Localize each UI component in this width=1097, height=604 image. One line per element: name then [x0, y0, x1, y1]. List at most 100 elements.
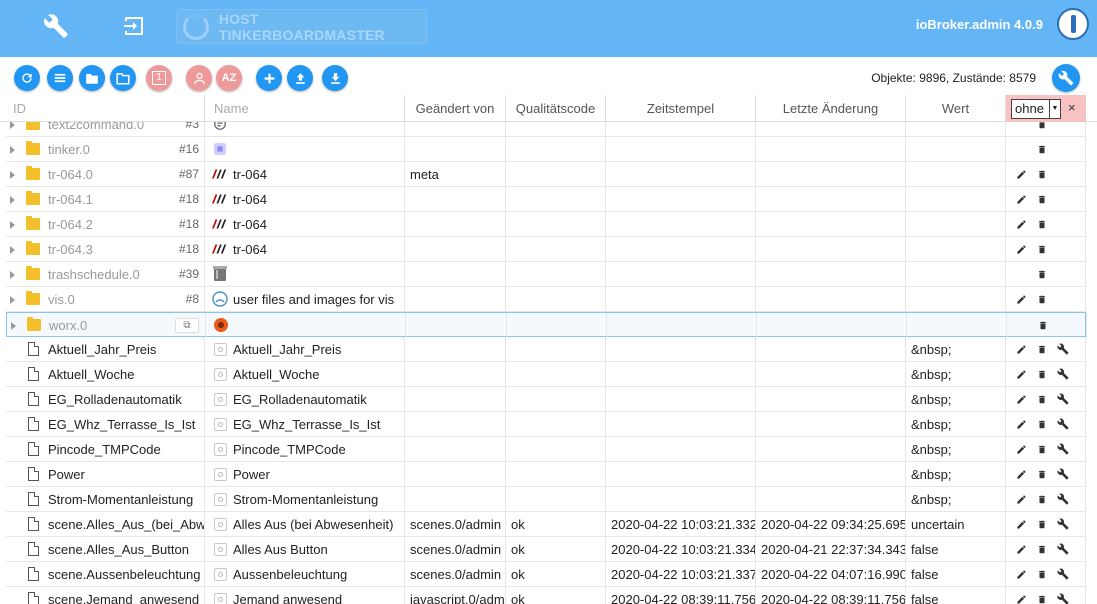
- value-cell[interactable]: [906, 122, 1006, 137]
- edit-icon[interactable]: [1012, 465, 1030, 483]
- delete-icon[interactable]: [1033, 565, 1051, 583]
- object-id[interactable]: Aktuell_Woche: [48, 362, 134, 387]
- wrench-icon[interactable]: [1054, 415, 1072, 433]
- table-row[interactable]: tr-064.3 #18 tr-064: [6, 237, 1086, 262]
- value-cell[interactable]: false: [906, 562, 1006, 587]
- value-cell[interactable]: [906, 137, 1006, 162]
- column-id[interactable]: ID: [6, 95, 205, 122]
- expand-folders-button[interactable]: [110, 65, 136, 91]
- table-row[interactable]: tr-064.0 #87 tr-064 meta: [6, 162, 1086, 187]
- wrench-icon[interactable]: [40, 12, 72, 40]
- edit-icon[interactable]: [1012, 240, 1030, 258]
- wrench-icon[interactable]: [1054, 540, 1072, 558]
- value-cell[interactable]: [906, 162, 1006, 187]
- edit-icon[interactable]: [1012, 590, 1030, 604]
- edit-icon[interactable]: [1012, 190, 1030, 208]
- wrench-icon[interactable]: [1054, 490, 1072, 508]
- delete-icon[interactable]: [1033, 340, 1051, 358]
- delete-icon[interactable]: [1033, 240, 1051, 258]
- table-row[interactable]: Pincode_TMPCode Pincode_TMPCode &nbsp;: [6, 437, 1086, 462]
- object-id[interactable]: tr-064.3: [48, 237, 93, 262]
- value-cell[interactable]: &nbsp;: [906, 337, 1006, 362]
- value-cell[interactable]: [906, 287, 1006, 312]
- upload-button[interactable]: [287, 65, 313, 91]
- column-name[interactable]: Name: [205, 95, 405, 122]
- expand-triangle-icon[interactable]: [11, 322, 16, 330]
- delete-icon[interactable]: [1033, 140, 1051, 158]
- host-selector[interactable]: HOST TINKERBOARDMASTER: [176, 9, 427, 44]
- object-id[interactable]: scene.Aussenbeleuchtung: [48, 562, 201, 587]
- object-id[interactable]: EG_Rolladenautomatik: [48, 387, 182, 412]
- value-cell[interactable]: &nbsp;: [906, 362, 1006, 387]
- object-id[interactable]: Power: [48, 462, 85, 487]
- download-button[interactable]: [322, 65, 348, 91]
- wrench-icon[interactable]: [1054, 365, 1072, 383]
- value-cell[interactable]: &nbsp;: [906, 487, 1006, 512]
- value-cell[interactable]: false: [906, 537, 1006, 562]
- wrench-icon[interactable]: [1054, 340, 1072, 358]
- delete-icon[interactable]: [1033, 165, 1051, 183]
- wrench-icon[interactable]: [1054, 390, 1072, 408]
- wrench-icon[interactable]: [1054, 440, 1072, 458]
- object-id[interactable]: tr-064.1: [48, 187, 93, 212]
- table-row[interactable]: Aktuell_Woche Aktuell_Woche &nbsp;: [6, 362, 1086, 387]
- edit-icon[interactable]: [1012, 415, 1030, 433]
- table-row[interactable]: Aktuell_Jahr_Preis Aktuell_Jahr_Preis &nbs…: [6, 337, 1086, 362]
- object-id[interactable]: scene.Jemand_anwesend: [48, 587, 199, 604]
- table-row[interactable]: tr-064.1 #18 tr-064: [6, 187, 1086, 212]
- value-cell[interactable]: [906, 187, 1006, 212]
- value-cell[interactable]: &nbsp;: [906, 387, 1006, 412]
- add-object-button[interactable]: [256, 65, 282, 91]
- table-row[interactable]: trashschedule.0 #39: [6, 262, 1086, 287]
- edit-icon[interactable]: [1012, 490, 1030, 508]
- edit-icon[interactable]: [1012, 440, 1030, 458]
- delete-icon[interactable]: [1033, 365, 1051, 383]
- delete-icon[interactable]: [1033, 515, 1051, 533]
- object-id[interactable]: Strom-Momentanleistung: [48, 487, 193, 512]
- expand-triangle-icon[interactable]: [10, 271, 15, 279]
- expand-triangle-icon[interactable]: [10, 221, 15, 229]
- edit-icon[interactable]: [1012, 390, 1030, 408]
- delete-icon[interactable]: [1033, 465, 1051, 483]
- value-cell[interactable]: [906, 212, 1006, 237]
- sort-button[interactable]: AZ: [216, 65, 242, 91]
- login-icon[interactable]: [118, 12, 150, 40]
- value-cell[interactable]: &nbsp;: [906, 437, 1006, 462]
- object-id[interactable]: tr-064.2: [48, 212, 93, 237]
- badge-button[interactable]: 1: [146, 65, 172, 91]
- edit-icon[interactable]: [1012, 290, 1030, 308]
- table-row[interactable]: scene.Alles_Aus_Button Alles Aus Button sc…: [6, 537, 1086, 562]
- object-id[interactable]: EG_Whz_Terrasse_Is_Ist: [48, 412, 195, 437]
- table-row[interactable]: scene.Alles_Aus_(bei_Abwe Alles Aus (bei …: [6, 512, 1086, 537]
- collapse-folders-button[interactable]: [79, 65, 105, 91]
- object-id[interactable]: worx.0: [49, 313, 87, 338]
- settings-button[interactable]: [1052, 64, 1080, 92]
- table-row[interactable]: EG_Whz_Terrasse_Is_Ist EG_Whz_Terrasse_Is…: [6, 412, 1086, 437]
- object-id[interactable]: text2command.0: [48, 122, 144, 137]
- table-row[interactable]: vis.0 #8 user files and images for vis: [6, 287, 1086, 312]
- delete-icon[interactable]: [1033, 415, 1051, 433]
- wrench-icon[interactable]: [1054, 465, 1072, 483]
- delete-icon[interactable]: [1033, 490, 1051, 508]
- delete-icon[interactable]: [1033, 265, 1051, 283]
- table-row[interactable]: Strom-Momentanleistung Strom-Momentanleis…: [6, 487, 1086, 512]
- table-row[interactable]: Power Power &nbsp;: [6, 462, 1086, 487]
- refresh-button[interactable]: [14, 65, 40, 91]
- wrench-icon[interactable]: [1054, 565, 1072, 583]
- expand-triangle-icon[interactable]: [10, 122, 15, 129]
- object-id[interactable]: tinker.0: [48, 137, 90, 162]
- delete-icon[interactable]: [1033, 440, 1051, 458]
- table-row[interactable]: scene.Jemand_anwesend Jemand anwesend java…: [6, 587, 1086, 604]
- expand-triangle-icon[interactable]: [10, 196, 15, 204]
- object-id[interactable]: tr-064.0: [48, 162, 93, 187]
- object-id[interactable]: scene.Alles_Aus_(bei_Abwe: [48, 512, 204, 537]
- value-cell[interactable]: &nbsp;: [906, 462, 1006, 487]
- object-id[interactable]: Aktuell_Jahr_Preis: [48, 337, 156, 362]
- table-row[interactable]: EG_Rolladenautomatik EG_Rolladenautomatik…: [6, 387, 1086, 412]
- list-view-button[interactable]: [47, 65, 73, 91]
- value-cell[interactable]: [907, 313, 1007, 338]
- value-cell[interactable]: &nbsp;: [906, 412, 1006, 437]
- table-row[interactable]: text2command.0 #3: [6, 122, 1086, 137]
- column-timestamp[interactable]: Zeitstempel: [606, 95, 756, 122]
- delete-icon[interactable]: [1033, 390, 1051, 408]
